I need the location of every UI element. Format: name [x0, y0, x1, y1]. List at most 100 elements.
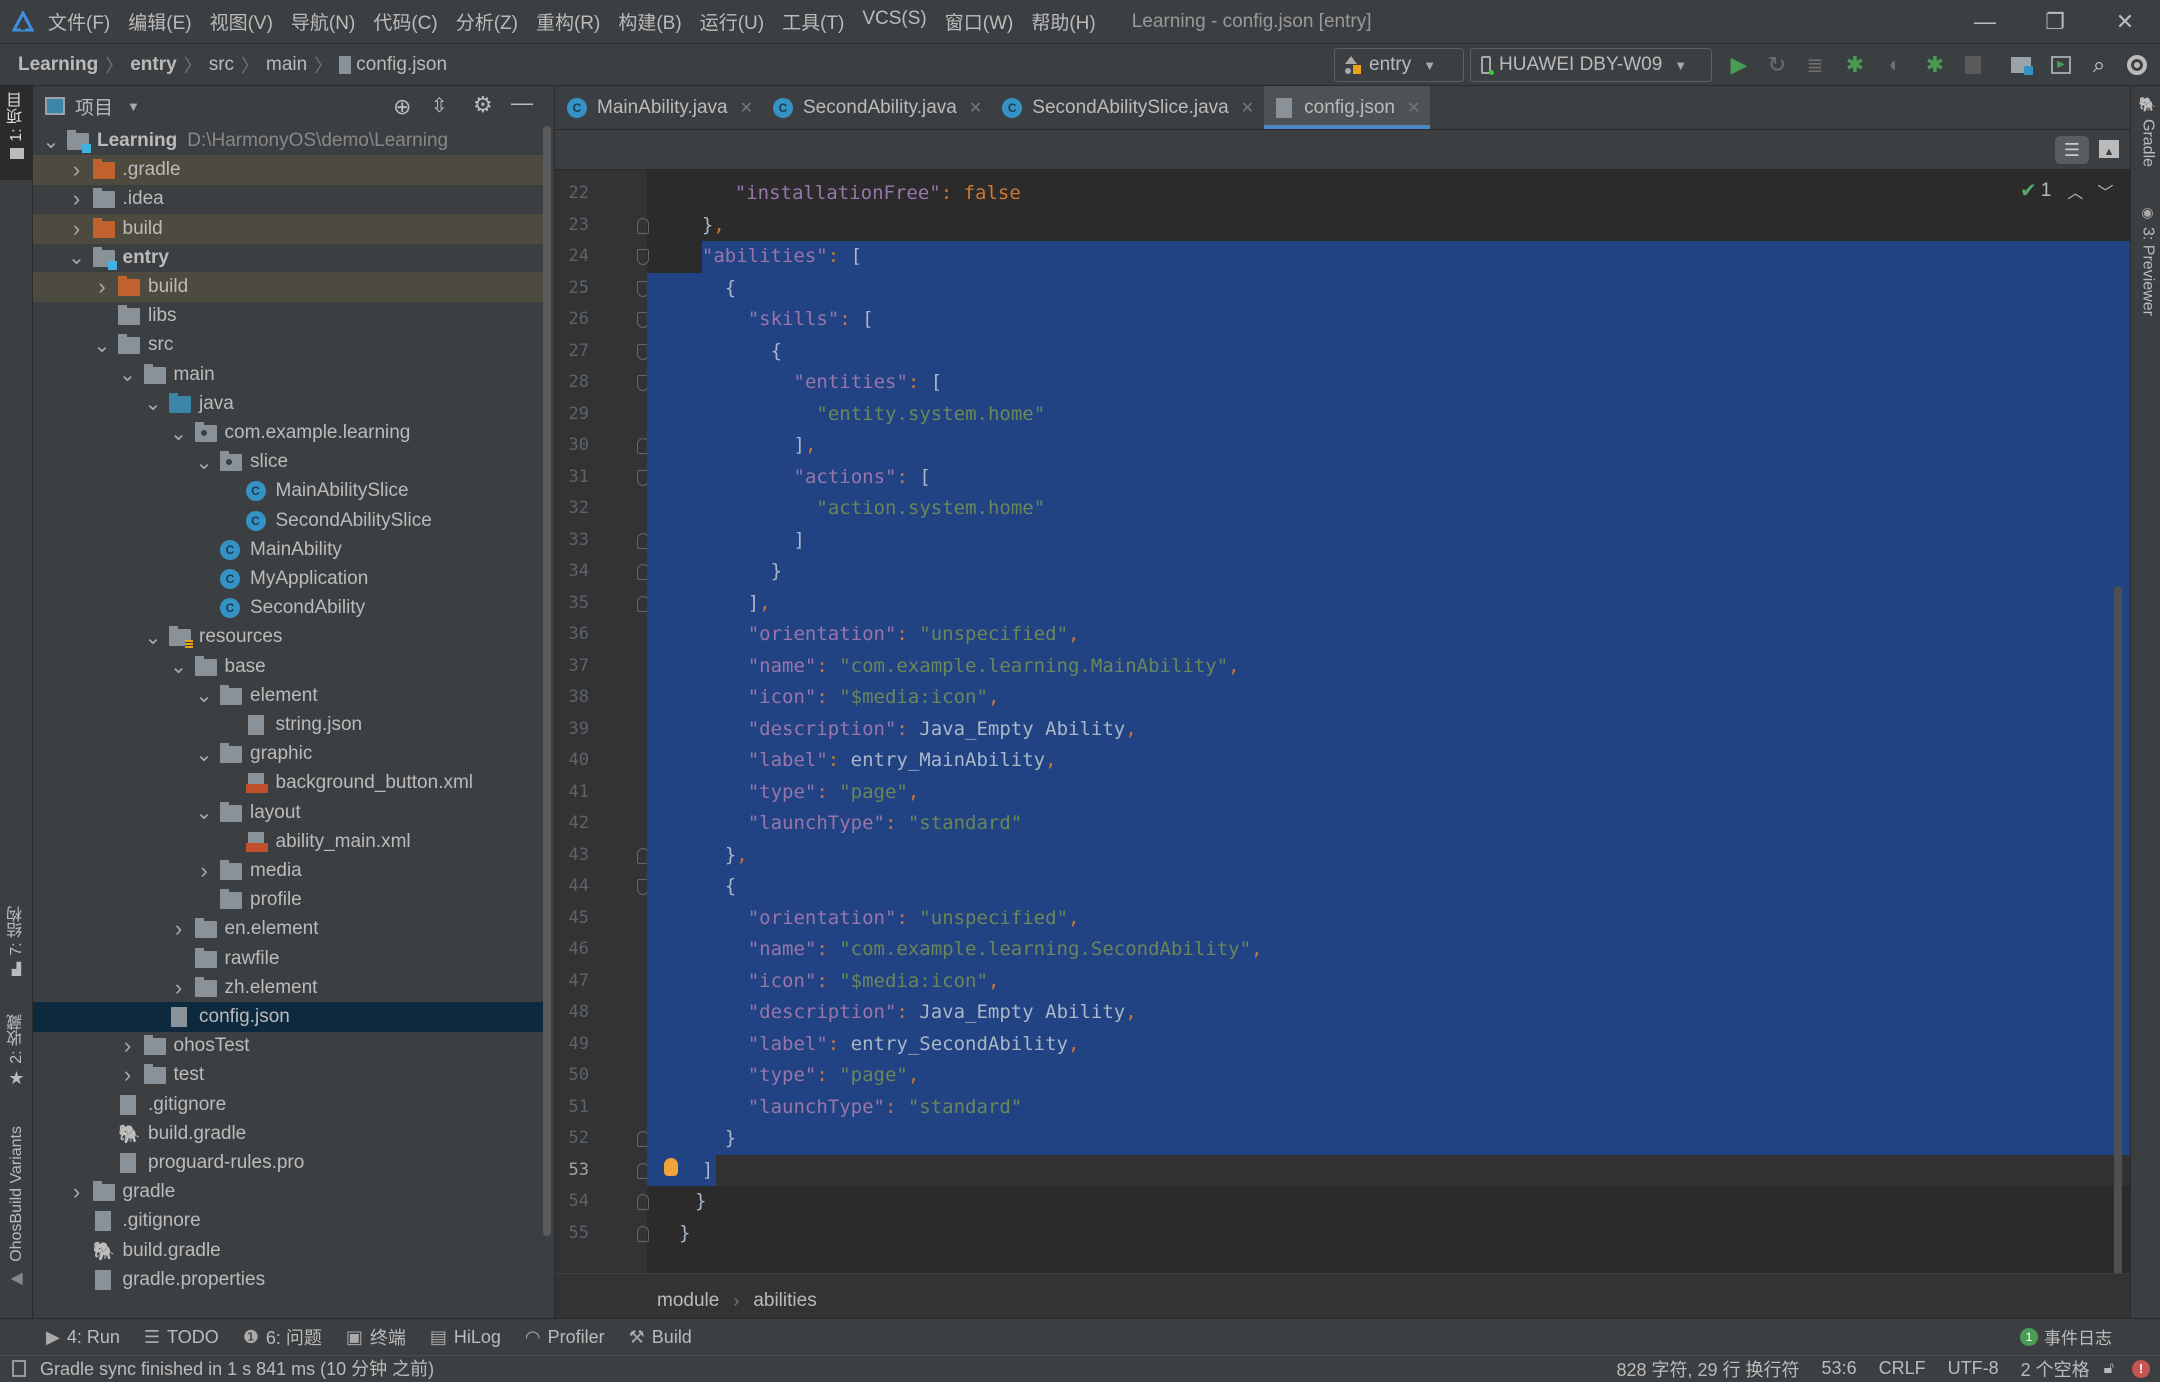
- tree-item[interactable]: › zh.element: [33, 973, 548, 1003]
- chevron-right-icon[interactable]: ›: [118, 1062, 138, 1088]
- tool-tab-previewer[interactable]: ◉ 3: Previewer: [2131, 204, 2160, 344]
- menu-item[interactable]: 代码(C): [373, 8, 437, 35]
- tree-item[interactable]: ability_main.xml: [33, 827, 548, 857]
- run-icon[interactable]: ▶: [1726, 52, 1752, 78]
- tree-item[interactable]: .gitignore: [33, 1090, 548, 1120]
- lock-icon[interactable]: 🔓︎: [2104, 1360, 2114, 1378]
- tool-tab-project[interactable]: 1: 项目: [0, 86, 33, 180]
- chevron-down-icon[interactable]: ⌄: [41, 129, 61, 154]
- tool-button-hilog[interactable]: ▤ HiLog: [430, 1327, 501, 1348]
- tree-item[interactable]: › .idea: [33, 184, 548, 214]
- indent-setting[interactable]: 2 个空格: [2021, 1356, 2090, 1382]
- close-button[interactable]: ✕: [2090, 0, 2160, 44]
- menu-item[interactable]: 窗口(W): [945, 8, 1014, 35]
- tree-item[interactable]: C SecondAbilitySlice: [33, 506, 548, 536]
- previous-highlight-icon[interactable]: ︿: [2067, 179, 2083, 203]
- chevron-right-icon[interactable]: ›: [67, 186, 87, 212]
- chevron-right-icon[interactable]: ›: [169, 916, 189, 942]
- tree-item[interactable]: › gradle: [33, 1177, 548, 1207]
- chevron-down-icon[interactable]: ⌄: [143, 625, 163, 650]
- apply-changes-icon[interactable]: ≣: [1802, 52, 1828, 78]
- tree-item[interactable]: proguard-rules.pro: [33, 1148, 548, 1178]
- code-area[interactable]: "installationFree": false}, "abilities": …: [647, 170, 2130, 1273]
- line-separator[interactable]: CRLF: [1879, 1358, 1926, 1379]
- editor-tab[interactable]: C SecondAbilitySlice.java ✕: [992, 86, 1264, 129]
- menu-item[interactable]: 构建(B): [618, 8, 681, 35]
- account-icon[interactable]: [2124, 52, 2150, 78]
- tree-item[interactable]: ⌄ element: [33, 681, 548, 711]
- chevron-right-icon[interactable]: ›: [92, 274, 112, 300]
- tree-item[interactable]: ⌄ graphic: [33, 739, 548, 769]
- chevron-down-icon[interactable]: ⌄: [92, 333, 112, 358]
- chevron-right-icon[interactable]: ›: [67, 157, 87, 183]
- tree-item[interactable]: .gitignore: [33, 1206, 548, 1236]
- chevron-down-icon[interactable]: ▼: [127, 99, 140, 114]
- close-tab-icon[interactable]: ✕: [969, 98, 982, 118]
- terminal-icon[interactable]: ▶: [2048, 52, 2074, 78]
- tree-item[interactable]: ⌄ slice: [33, 447, 548, 477]
- tool-button-run[interactable]: ▶ 4: Run: [46, 1327, 120, 1348]
- chevron-down-icon[interactable]: ⌄: [194, 450, 214, 475]
- minimize-button[interactable]: —: [1950, 0, 2020, 44]
- menu-item[interactable]: 工具(T): [782, 8, 844, 35]
- tree-item[interactable]: ⌄ com.example.learning: [33, 418, 548, 448]
- tree-item[interactable]: config.json: [33, 1002, 548, 1032]
- chevron-down-icon[interactable]: ⌄: [169, 421, 189, 446]
- menu-item[interactable]: 文件(F): [48, 8, 110, 35]
- chevron-right-icon[interactable]: ›: [169, 975, 189, 1001]
- tool-button-profiler[interactable]: ◠ Profiler: [525, 1327, 605, 1348]
- restore-button[interactable]: ❐: [2020, 0, 2090, 44]
- tool-tab-favorites[interactable]: 2: 收藏 ★: [0, 1014, 33, 1104]
- editor-tab[interactable]: C MainAbility.java ✕: [557, 86, 763, 129]
- chevron-right-icon[interactable]: ›: [118, 1033, 138, 1059]
- next-highlight-icon[interactable]: ﹀: [2097, 179, 2113, 203]
- debug-icon[interactable]: ✱: [1842, 52, 1868, 78]
- tree-item[interactable]: C MyApplication: [33, 564, 548, 594]
- rerun-icon[interactable]: ↻: [1764, 52, 1790, 78]
- tree-item[interactable]: libs: [33, 301, 548, 331]
- chevron-down-icon[interactable]: ⌄: [67, 245, 87, 270]
- breadcrumb-item[interactable]: Learning: [18, 54, 98, 76]
- file-encoding[interactable]: UTF-8: [1948, 1358, 1999, 1379]
- menu-item[interactable]: 视图(V): [210, 8, 273, 35]
- chevron-right-icon[interactable]: ›: [67, 1179, 87, 1205]
- chevron-down-icon[interactable]: ⌄: [194, 683, 214, 708]
- tool-button-build[interactable]: ⚒ Build: [629, 1327, 692, 1348]
- text-view-icon[interactable]: ☰: [2055, 136, 2089, 164]
- tool-button-[interactable]: ❶ 6: 问题: [243, 1324, 322, 1350]
- module-selector[interactable]: entry ▼: [1334, 48, 1464, 82]
- editor-breadcrumb-item[interactable]: abilities: [753, 1290, 816, 1312]
- tree-item[interactable]: › .gradle: [33, 155, 548, 186]
- breadcrumb-item[interactable]: src: [209, 54, 234, 76]
- chevron-down-icon[interactable]: ⌄: [194, 800, 214, 825]
- editor-tab[interactable]: C SecondAbility.java ✕: [763, 86, 992, 129]
- tool-tab-gradle[interactable]: 🐘 Gradle: [2131, 96, 2160, 206]
- tree-item[interactable]: ⌄ resources: [33, 622, 548, 652]
- tool-tab-build-variants[interactable]: OhosBuild Variants ◀: [0, 1126, 33, 1326]
- search-icon[interactable]: ⌕: [2086, 52, 2112, 78]
- image-preview-icon[interactable]: ▲: [2099, 140, 2119, 158]
- menu-item[interactable]: 帮助(H): [1031, 8, 1095, 35]
- tool-button-[interactable]: ▣ 终端: [346, 1324, 406, 1350]
- status-panel-icon[interactable]: [12, 1359, 26, 1377]
- tree-item[interactable]: › media: [33, 856, 548, 886]
- menu-item[interactable]: 重构(R): [536, 8, 600, 35]
- editor-tab[interactable]: config.json ✕: [1264, 86, 1431, 129]
- tree-item[interactable]: rawfile: [33, 944, 548, 974]
- project-view-selector[interactable]: 项目: [75, 93, 113, 120]
- attach-debugger-icon[interactable]: ✱: [1922, 52, 1948, 78]
- menu-item[interactable]: 编辑(E): [128, 8, 191, 35]
- device-selector[interactable]: HUAWEI DBY-W09 ▼: [1470, 48, 1712, 82]
- tree-item[interactable]: › en.element: [33, 914, 548, 944]
- tree-item[interactable]: gradle.properties: [33, 1265, 548, 1295]
- tree-item[interactable]: ⌄ layout: [33, 798, 548, 828]
- tree-item[interactable]: background_button.xml: [33, 768, 548, 798]
- project-structure-icon[interactable]: [2008, 52, 2034, 78]
- close-tab-icon[interactable]: ✕: [1241, 98, 1254, 118]
- locate-file-icon[interactable]: ⊕: [393, 94, 411, 120]
- tree-item[interactable]: string.json: [33, 710, 548, 740]
- menu-item[interactable]: VCS(S): [862, 8, 926, 35]
- intention-bulb-icon[interactable]: [664, 1157, 678, 1176]
- tree-item[interactable]: profile: [33, 885, 548, 915]
- stop-icon[interactable]: [1960, 52, 1986, 78]
